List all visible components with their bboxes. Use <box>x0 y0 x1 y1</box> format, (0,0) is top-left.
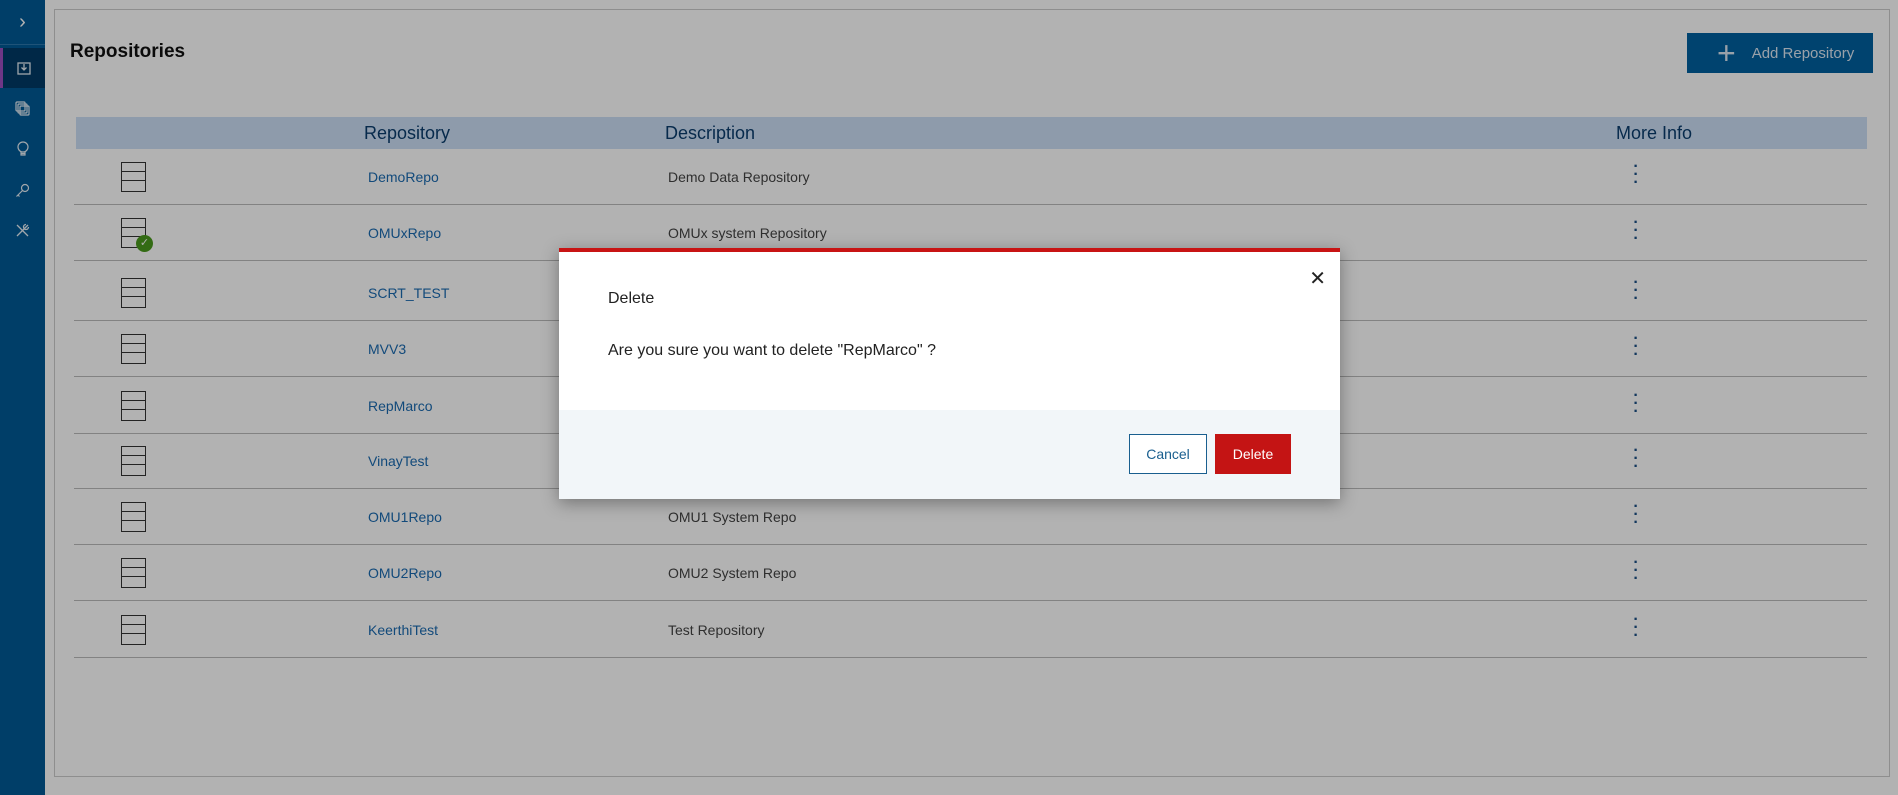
delete-button[interactable]: Delete <box>1215 434 1291 474</box>
dialog-footer: Cancel Delete <box>559 410 1340 499</box>
close-icon[interactable]: ✕ <box>1309 266 1326 291</box>
delete-dialog: ✕ Delete Are you sure you want to delete… <box>559 248 1340 499</box>
cancel-button[interactable]: Cancel <box>1129 434 1207 474</box>
dialog-message: Are you sure you want to delete "RepMarc… <box>608 342 936 359</box>
dialog-title: Delete <box>608 290 655 307</box>
